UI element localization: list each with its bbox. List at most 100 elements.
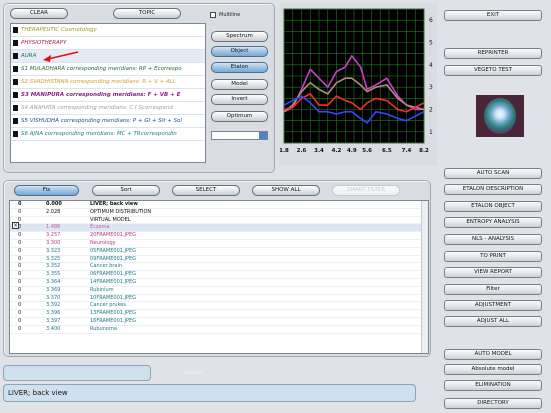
row-name: VIRTUAL MODEL [90, 216, 131, 223]
meridian-label: S1 MULADHARA corresponding meridians: RP… [21, 66, 182, 72]
row-count: 0 [18, 317, 22, 324]
close-icon[interactable]: × [12, 222, 19, 229]
table-row[interactable]: 0 3.370 10FRAME001.JPEG [10, 295, 428, 303]
right-button-auto-scan[interactable]: AUTO SCAN [444, 168, 542, 179]
row-count: 0 [18, 208, 22, 215]
multiline-checkbox[interactable] [210, 12, 216, 18]
table-row[interactable]: 0 3.397 16FRAME001.JPEG [10, 318, 428, 326]
topic-button[interactable]: TOPIC [113, 8, 181, 19]
right-button-auto-model[interactable]: AUTO MODEL [444, 349, 542, 360]
right-button-adjust-all[interactable]: ADJUST ALL [444, 316, 542, 327]
table-scrollbar[interactable] [421, 201, 428, 353]
row-count: 0 [18, 294, 22, 301]
row-name: 06FRAME001.JPEG [90, 271, 137, 278]
row-count: 0 [18, 302, 22, 309]
row-value: 2.028 [46, 208, 61, 215]
dropdown-select[interactable] [211, 131, 268, 140]
row-value: 3.397 [46, 317, 61, 324]
x-tick-label: 1.8 [280, 148, 289, 154]
right-button-filter[interactable]: Filter [444, 284, 542, 295]
side-button-optimum[interactable]: Optimum [211, 111, 268, 122]
meridian-item[interactable]: S4 ANAHATA corresponding meridians: C I … [11, 102, 205, 115]
table-row[interactable]: 0 3.355 06FRAME001.JPEG [10, 271, 428, 279]
meridian-item[interactable]: THERAPEUTIC Cosmetology [11, 24, 205, 37]
table-row[interactable]: 0 3.325 09FRAME001.JPEG [10, 256, 428, 264]
table-row[interactable]: 0 3.392 Cancer prukes [10, 302, 428, 311]
side-button-invert[interactable]: Invert [211, 94, 268, 105]
exit-button[interactable]: EXIT [444, 10, 542, 21]
results-table[interactable]: 0 0.000 LIVER; back view 0 2.028 OPTIMUM DIST… [9, 200, 429, 354]
table-row[interactable]: 0 VIRTUAL MODEL [10, 217, 428, 225]
right-button-nls-analysis[interactable]: NLS - ANALYSIS [444, 234, 542, 245]
side-button-object[interactable]: Object [211, 46, 268, 57]
vegeto-test-button[interactable]: VEGETO TEST [444, 65, 542, 76]
meridian-item[interactable]: S2 SVADHISTANA corresponding meridians: … [11, 76, 205, 89]
side-button-spectrum[interactable]: Spectrum [211, 31, 268, 42]
right-button-view-report[interactable]: VIEW REPORT [444, 267, 542, 278]
y-tick-label: 2 [429, 107, 433, 114]
table-row[interactable]: 0 2.028 OPTIMUM DISTRIBUTION [10, 209, 428, 217]
row-name: Neurology [90, 239, 116, 246]
right-button-directory[interactable]: DIRECTORY [444, 398, 542, 409]
row-count: 0 [18, 278, 22, 285]
y-tick-label: 1 [429, 129, 433, 136]
fix-button[interactable]: Fix [14, 185, 79, 196]
red-arrow-icon [40, 48, 80, 66]
meridian-list[interactable]: THERAPEUTIC Cosmetology PHYSIOTHERAPY AURA… [10, 23, 206, 163]
status-bar: LIVER; back view [3, 384, 416, 402]
x-tick-label: 3.4 [314, 148, 324, 154]
row-value: 3.355 [46, 271, 61, 278]
right-button-elimination[interactable]: ELIMINATION [444, 380, 542, 391]
right-button-absolute-model[interactable]: Absolute model [444, 364, 542, 375]
table-row[interactable]: 0 3.323 05FRAME001.JPEG [10, 248, 428, 256]
x-tick-label: 4.2 [332, 148, 342, 154]
row-count: 0 [18, 263, 22, 270]
right-button-entropy-analysis[interactable]: ENTROPY ANALYSIS [444, 217, 542, 228]
right-button-adjustment[interactable]: ADJUSTMENT [444, 300, 542, 311]
smart-filter-button: SMART FILTER [332, 185, 400, 196]
row-value: 3.323 [46, 247, 61, 254]
row-name: OPTIMUM DISTRIBUTION [90, 208, 152, 215]
row-value: 3.325 [46, 255, 61, 262]
chevron-down-icon[interactable] [259, 132, 267, 139]
meridian-label: S3 MANIPURA corresponding meridians: F +… [21, 92, 181, 98]
select-button[interactable]: SELECT [172, 185, 240, 196]
table-row[interactable]: 0 3.369 Rubinium [10, 287, 428, 295]
row-value: 3.300 [46, 239, 61, 246]
search-input[interactable] [3, 365, 151, 381]
table-row[interactable]: 0 3.352 Cancer brain [10, 263, 428, 272]
sort-button[interactable]: Sort [92, 185, 160, 196]
table-row[interactable]: 0 3.300 Neurology [10, 240, 428, 248]
table-row[interactable]: 0 3.257 20FRAME001.JPEG [10, 232, 428, 240]
side-button-model[interactable]: Model [211, 79, 268, 90]
row-marker-icon [13, 105, 18, 111]
table-row[interactable]: 0 1.486 Eczema [10, 224, 428, 233]
aura-image [476, 95, 524, 137]
row-value: 3.392 [46, 302, 61, 309]
row-value: 3.257 [46, 232, 61, 239]
reprinter-button[interactable]: REPRINTER [444, 48, 542, 59]
right-button-etalon-description[interactable]: ETALON DESCRIPTION [444, 184, 542, 195]
row-count: 0 [18, 310, 22, 317]
right-button-to-print[interactable]: TO PRINT [444, 251, 542, 262]
clear-button[interactable]: CLEAR [10, 8, 68, 19]
row-name: 14FRAME001.JPEG [90, 278, 137, 285]
meridian-label: S2 SVADHISTANA corresponding meridians: … [21, 79, 176, 85]
meridian-item[interactable]: S5 VISHUDHA corresponding meridians: P +… [11, 115, 205, 128]
row-value: 3.364 [46, 278, 61, 285]
table-row[interactable]: 0 3.364 14FRAME001.JPEG [10, 279, 428, 287]
y-tick-label: 5 [429, 40, 433, 47]
side-button-etalon[interactable]: Etalon [211, 62, 268, 73]
meridian-item[interactable]: S3 MANIPURA corresponding meridians: F +… [11, 89, 205, 102]
table-row[interactable]: 0 0.000 LIVER; back view [10, 201, 428, 209]
multiline-label: Multiline [219, 12, 241, 18]
show-all-button[interactable]: SHOW ALL [252, 185, 320, 196]
table-row[interactable]: 0 3.400 Rubunoma [10, 326, 428, 334]
table-row[interactable]: 0 3.396 13FRAME001.JPEG [10, 310, 428, 318]
meridian-item[interactable]: S6 AJNA corresponding meridians: MC + TR… [11, 128, 205, 141]
row-value: 0.000 [46, 201, 62, 207]
search-button[interactable]: Search [158, 368, 228, 379]
row-count: 0 [18, 271, 22, 278]
y-tick-label: 6 [429, 17, 433, 24]
right-button-etalon-object[interactable]: ETALON OBJECT [444, 201, 542, 212]
